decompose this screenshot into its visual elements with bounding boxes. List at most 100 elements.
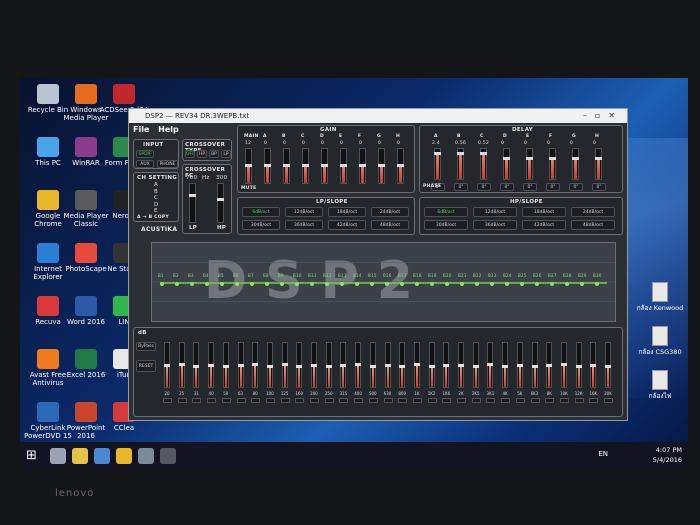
lp-slope-42dB-oct[interactable]: 42dB/oct: [328, 220, 366, 230]
eq-band-point[interactable]: [445, 282, 449, 286]
gain-slider-a[interactable]: [264, 148, 271, 184]
chrome-icon[interactable]: [116, 448, 132, 464]
geq-slider-6k3[interactable]: [531, 342, 538, 388]
eq-band-point[interactable]: [520, 282, 524, 286]
gain-slider-g[interactable]: [378, 148, 385, 184]
menu-help[interactable]: Help: [158, 125, 179, 134]
eq-band-point[interactable]: [295, 282, 299, 286]
geq-slider-2k[interactable]: [458, 342, 464, 388]
lp-slope-48dB-oct[interactable]: 48dB/oct: [371, 220, 409, 230]
geq-slider-5k[interactable]: [516, 342, 523, 388]
xover-bp-button[interactable]: BP: [209, 150, 219, 158]
geq-slider-63[interactable]: [237, 342, 244, 388]
eq-band-point[interactable]: [385, 282, 389, 286]
eq-band-point[interactable]: [595, 282, 599, 286]
geq-slider-10k[interactable]: [560, 342, 567, 388]
eq-band-point[interactable]: [325, 282, 329, 286]
store-icon[interactable]: [94, 448, 110, 464]
xover-lp-button[interactable]: LP: [221, 150, 231, 158]
geq-slider-20[interactable]: [164, 342, 170, 388]
delay-slider-a[interactable]: [434, 148, 441, 180]
start-button[interactable]: ⊞: [26, 448, 42, 464]
gain-slider-d[interactable]: [321, 148, 328, 184]
geq-slider-800[interactable]: [399, 342, 406, 388]
gain-slider-f[interactable]: [359, 148, 366, 184]
geq-slider-16k[interactable]: [590, 342, 597, 388]
eq-band-point[interactable]: [415, 282, 419, 286]
geq-slider-1k6[interactable]: [443, 342, 450, 388]
eq-band-point[interactable]: [280, 282, 284, 286]
ch-copy-button[interactable]: A → B COPY: [137, 215, 169, 220]
delay-slider-b[interactable]: [457, 148, 464, 180]
eq-band-point[interactable]: [550, 282, 554, 286]
gain-slider-e[interactable]: [340, 148, 347, 184]
geq-slider-8k[interactable]: [546, 342, 553, 388]
lp-slope-12dB-oct[interactable]: 12dB/oct: [285, 207, 323, 217]
eq-band-point[interactable]: [355, 282, 359, 286]
lp-slope-6dB-oct[interactable]: 6dB/oct: [242, 207, 280, 217]
hp-slope-12dB-oct[interactable]: 12dB/oct: [473, 207, 517, 217]
geq-slider-80[interactable]: [252, 342, 259, 388]
hp-slope-48dB-oct[interactable]: 48dB/oct: [571, 220, 615, 230]
hp-fc-slider[interactable]: [217, 183, 224, 223]
eq-band-point[interactable]: [265, 282, 269, 286]
delay-slider-f[interactable]: [549, 148, 556, 180]
acustika-icon[interactable]: [160, 448, 176, 464]
eq-band-point[interactable]: [490, 282, 494, 286]
lp-slope-36dB-oct[interactable]: 36dB/oct: [285, 220, 323, 230]
eq-band-point[interactable]: [460, 282, 464, 286]
mute-button[interactable]: MUTE: [241, 186, 256, 191]
xover-hp-button[interactable]: HP: [197, 150, 207, 158]
ch-row-a[interactable]: A: [154, 182, 158, 188]
eq-band-point[interactable]: [310, 282, 314, 286]
bypass-button[interactable]: ByPass: [136, 342, 156, 351]
delay-slider-e[interactable]: [526, 148, 533, 180]
lp-slope-30dB-oct[interactable]: 30dB/oct: [242, 220, 280, 230]
gain-slider-main[interactable]: [245, 148, 252, 184]
ch-row-b[interactable]: B: [154, 189, 158, 195]
geq-slider-315[interactable]: [340, 342, 347, 388]
geq-slider-50[interactable]: [222, 342, 229, 388]
language-indicator[interactable]: EN: [598, 450, 608, 458]
hp-slope-18dB-oct[interactable]: 18dB/oct: [522, 207, 566, 217]
ch-row-c[interactable]: C: [154, 195, 158, 201]
lp-slope-24dB-oct[interactable]: 24dB/oct: [371, 207, 409, 217]
eq-band-point[interactable]: [475, 282, 479, 286]
delay-slider-h[interactable]: [595, 148, 602, 180]
delay-slider-g[interactable]: [572, 148, 579, 180]
geq-slider-500[interactable]: [369, 342, 376, 388]
geq-slider-1k2[interactable]: [428, 342, 435, 388]
delay-slider-d[interactable]: [503, 148, 510, 180]
eq-band-point[interactable]: [565, 282, 569, 286]
geq-slider-1k[interactable]: [413, 342, 420, 388]
geq-slider-4k[interactable]: [502, 342, 509, 388]
eq-band-point[interactable]: [250, 282, 254, 286]
phase-button-c[interactable]: 0°: [477, 183, 491, 191]
ch-row-d[interactable]: D: [154, 202, 159, 208]
eq-band-point[interactable]: [505, 282, 509, 286]
xover-off-button[interactable]: OFF: [185, 150, 195, 158]
geq-slider-100[interactable]: [266, 342, 273, 388]
eq-band-point[interactable]: [535, 282, 539, 286]
eq-band-point[interactable]: [580, 282, 584, 286]
hp-slope-36dB-oct[interactable]: 36dB/oct: [473, 220, 517, 230]
ch-row-e[interactable]: E: [154, 208, 158, 214]
input-spdif-button[interactable]: SPDIF: [136, 150, 154, 158]
menu-file[interactable]: File: [133, 125, 149, 134]
eq-band-point[interactable]: [220, 282, 224, 286]
geq-slider-40[interactable]: [208, 342, 215, 388]
phase-button-b[interactable]: 0°: [454, 183, 468, 191]
geq-slider-3k1[interactable]: [487, 342, 494, 388]
geq-slider-25[interactable]: [178, 342, 185, 388]
lp-fc-slider[interactable]: [189, 183, 196, 223]
hp-slope-30dB-oct[interactable]: 30dB/oct: [424, 220, 468, 230]
system-clock[interactable]: 4:07 PM 5/4/2016: [653, 445, 682, 465]
geq-slider-250[interactable]: [325, 342, 332, 388]
phase-button-g[interactable]: 0°: [569, 183, 583, 191]
geq-slider-400[interactable]: [355, 342, 362, 388]
gain-slider-c[interactable]: [302, 148, 309, 184]
eq-band-point[interactable]: [205, 282, 209, 286]
phase-button-f[interactable]: 0°: [546, 183, 560, 191]
eq-band-point[interactable]: [400, 282, 404, 286]
lp-slope-18dB-oct[interactable]: 18dB/oct: [328, 207, 366, 217]
